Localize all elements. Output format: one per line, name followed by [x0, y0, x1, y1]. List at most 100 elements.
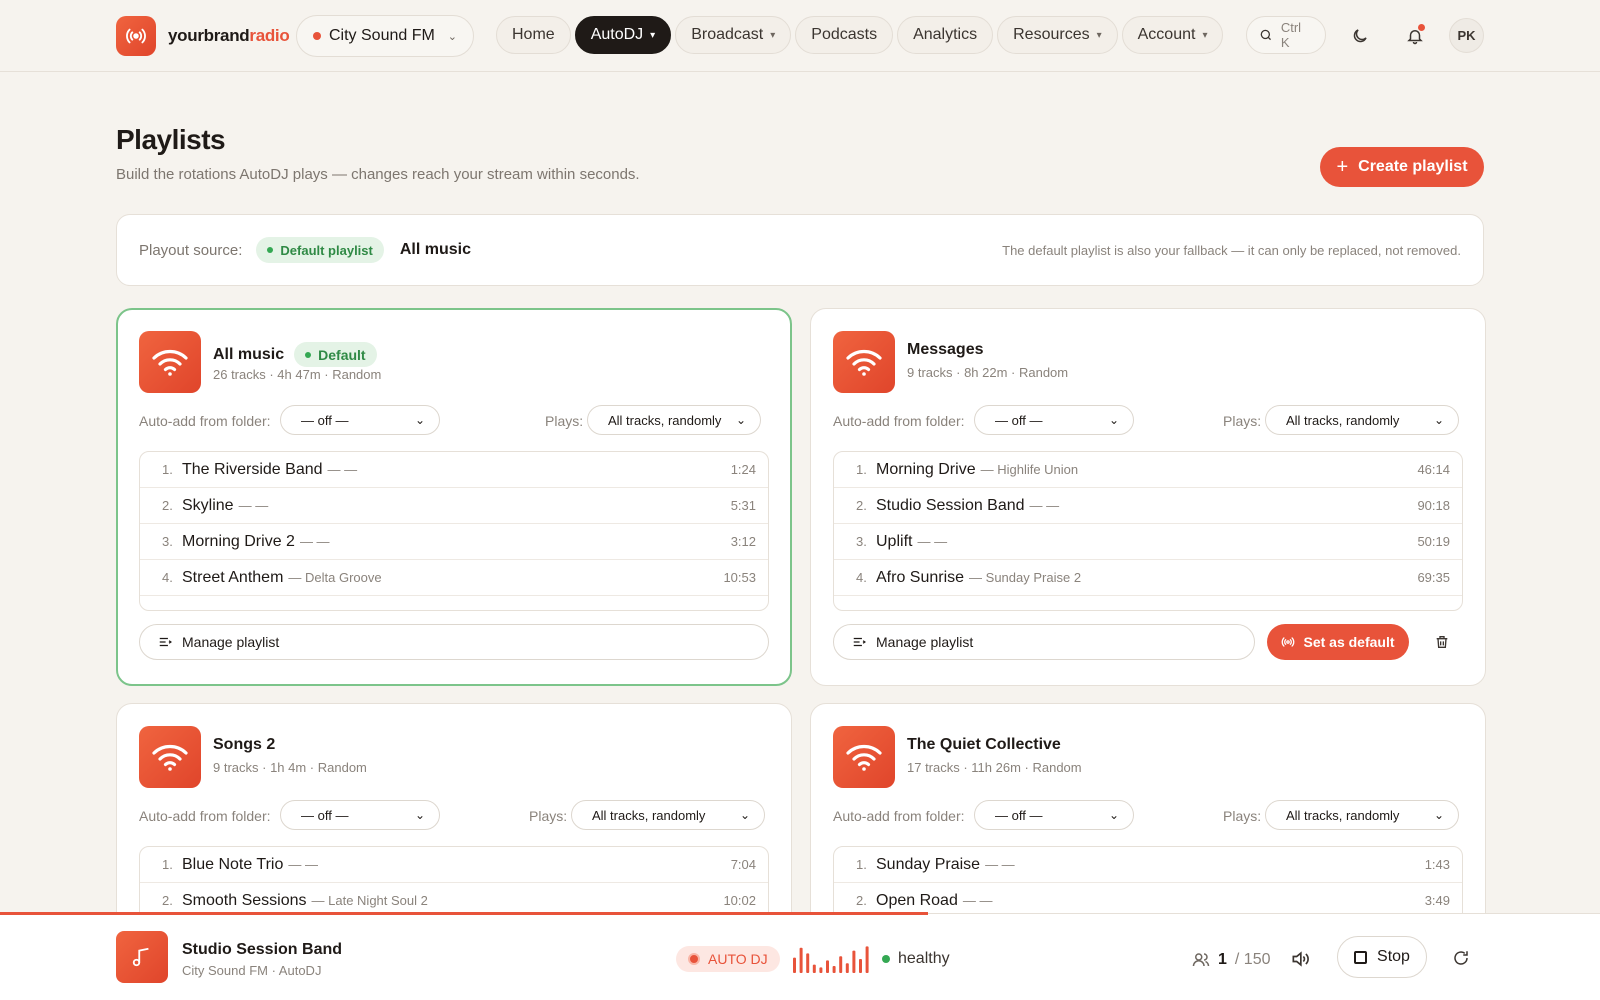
chevron-down-icon: ▾ [1202, 29, 1208, 41]
playlist-card[interactable]: Messages 9 tracks · 8h 22m · Random Auto-a… [810, 308, 1486, 686]
chevron-down-icon: ⌄ [735, 413, 746, 427]
track-row[interactable]: 4. Afro Sunrise — Sunday Praise 2 69:35 [834, 560, 1462, 596]
track-duration: 10:02 [723, 893, 756, 908]
track-artist: — — [238, 498, 269, 513]
chevron-down-icon: ⌄ [739, 808, 750, 822]
playlist-name[interactable]: All music [213, 346, 284, 364]
track-number: 3. [856, 534, 867, 549]
track-list: 1. Morning Drive — Highlife Union 46:14 2. St… [833, 451, 1463, 611]
brand[interactable]: yourbrandradio [116, 16, 290, 56]
list-icon [853, 637, 866, 647]
search-button[interactable]: Ctrl K [1246, 16, 1326, 54]
level-bar [812, 964, 816, 973]
track-row[interactable]: 3. Uplift — — 50:19 [834, 524, 1462, 560]
track-title: The Riverside Band [182, 460, 323, 478]
playlist-card[interactable]: All music Default 26 tracks · 4h 47m · Ran… [116, 308, 792, 686]
now-playing-artwork [116, 931, 168, 983]
playout-note: The default playlist is also your fallba… [1002, 242, 1461, 258]
nav-home[interactable]: Home [496, 16, 571, 54]
page-subtitle: Build the rotations AutoDJ plays — chang… [116, 166, 640, 183]
track-number: 2. [856, 893, 867, 908]
manage-playlist-button[interactable]: Manage playlist [833, 624, 1255, 660]
playlist-header: Messages [907, 341, 984, 359]
plays-mode-select[interactable]: All tracks, randomly ⌄ [571, 800, 765, 830]
track-row[interactable]: 1. Morning Drive — Highlife Union 46:14 [834, 452, 1462, 488]
track-duration: 90:18 [1417, 498, 1450, 513]
nav-account[interactable]: Account ▾ [1121, 16, 1224, 54]
track-artist: — — [985, 857, 1015, 872]
default-badge: Default [294, 342, 377, 367]
playlist-name[interactable]: Messages [907, 341, 984, 359]
auto-add-folder-select[interactable]: — off — ⌄ [974, 405, 1134, 435]
track-row[interactable]: 2. Skyline — — 5:31 [140, 488, 768, 524]
track-row[interactable]: 3. Morning Drive 2 — — 3:12 [140, 524, 768, 560]
chevron-down-icon: ⌄ [1433, 413, 1444, 427]
station-selector[interactable]: City Sound FM ⌄ [296, 15, 474, 57]
notification-dot [1418, 24, 1425, 31]
plus-icon: + [1336, 156, 1349, 178]
nav-broadcast[interactable]: Broadcast ▾ [675, 16, 792, 54]
auto-add-folder-select[interactable]: — off — ⌄ [974, 800, 1134, 830]
playlist-name[interactable]: The Quiet Collective [907, 736, 1061, 754]
track-row[interactable]: 4. Street Anthem — Delta Groove 10:53 [140, 560, 768, 596]
listener-count: 1 / 150 [1192, 951, 1271, 969]
nav-autodj[interactable]: AutoDJ ▾ [574, 16, 672, 54]
playlist-header: All music Default [213, 342, 377, 367]
track-title: Morning Drive 2 [182, 532, 295, 550]
notifications-button[interactable] [1399, 20, 1431, 52]
track-duration: 50:19 [1417, 534, 1450, 549]
playlist-meta: 9 tracks · 1h 4m · Random [213, 760, 367, 775]
stream-health: healthy [882, 950, 950, 968]
track-title: Uplift [876, 532, 913, 550]
volume-button[interactable] [1290, 949, 1310, 974]
chevron-down-icon: ⌄ [1108, 413, 1119, 427]
auto-add-folder-select[interactable]: — off — ⌄ [280, 800, 440, 830]
plays-label: Plays: [529, 808, 568, 824]
playout-source-bar: Playout source: Default playlist All mus… [116, 214, 1484, 286]
now-playing-title: Studio Session Band [182, 941, 343, 958]
track-artist: — Sunday Praise 2 [969, 570, 1082, 585]
track-title: Morning Drive [876, 460, 976, 478]
playlist-header: Songs 2 [213, 736, 275, 754]
plays-mode-select[interactable]: All tracks, randomly ⌄ [1265, 405, 1459, 435]
auto-add-folder-select[interactable]: — off — ⌄ [280, 405, 440, 435]
nav-podcasts[interactable]: Podcasts [795, 16, 894, 54]
track-duration: 1:24 [730, 462, 756, 477]
refresh-button[interactable] [1452, 949, 1470, 972]
chevron-down-icon: ⌄ [1433, 808, 1444, 822]
delete-playlist-button[interactable] [1430, 630, 1454, 654]
plays-mode-select[interactable]: All tracks, randomly ⌄ [1265, 800, 1459, 830]
chevron-down-icon: ▾ [1096, 29, 1102, 41]
set-default-button[interactable]: Set as default [1267, 624, 1409, 660]
track-row[interactable]: 1. Sunday Praise — — 1:43 [834, 847, 1462, 883]
stop-button[interactable]: Stop [1337, 936, 1427, 978]
create-playlist-button[interactable]: + Create playlist [1320, 147, 1484, 187]
nav-analytics[interactable]: Analytics [897, 16, 994, 54]
chevron-down-icon: ▾ [770, 29, 776, 41]
list-icon [159, 637, 172, 647]
manage-playlist-button[interactable]: Manage playlist [139, 624, 769, 660]
track-title: Sunday Praise [876, 855, 981, 873]
users-icon [1192, 953, 1210, 967]
track-row[interactable]: 2. Studio Session Band — — 90:18 [834, 488, 1462, 524]
track-duration: 3:49 [1424, 893, 1450, 908]
track-row[interactable]: 1. Blue Note Trio — — 7:04 [140, 847, 768, 883]
default-playlist-badge: Default playlist [256, 237, 384, 263]
playout-label: Playout source: [139, 241, 243, 259]
volume-icon [1292, 951, 1309, 967]
theme-toggle-button[interactable] [1344, 20, 1376, 52]
plays-label: Plays: [545, 413, 584, 429]
plays-mode-select[interactable]: All tracks, randomly ⌄ [587, 405, 761, 435]
nav-resources[interactable]: Resources ▾ [997, 16, 1118, 54]
track-number: 3. [162, 534, 173, 549]
track-title: Blue Note Trio [182, 855, 284, 873]
live-dot [313, 32, 321, 40]
broadcast-icon [1282, 637, 1295, 647]
playlist-name[interactable]: Songs 2 [213, 736, 275, 754]
track-title: Afro Sunrise [876, 568, 965, 586]
refresh-icon [1454, 951, 1468, 965]
playback-progress[interactable] [0, 912, 928, 915]
track-duration: 69:35 [1417, 570, 1450, 585]
avatar[interactable]: PK [1449, 18, 1484, 53]
track-row[interactable]: 1. The Riverside Band — — 1:24 [140, 452, 768, 488]
